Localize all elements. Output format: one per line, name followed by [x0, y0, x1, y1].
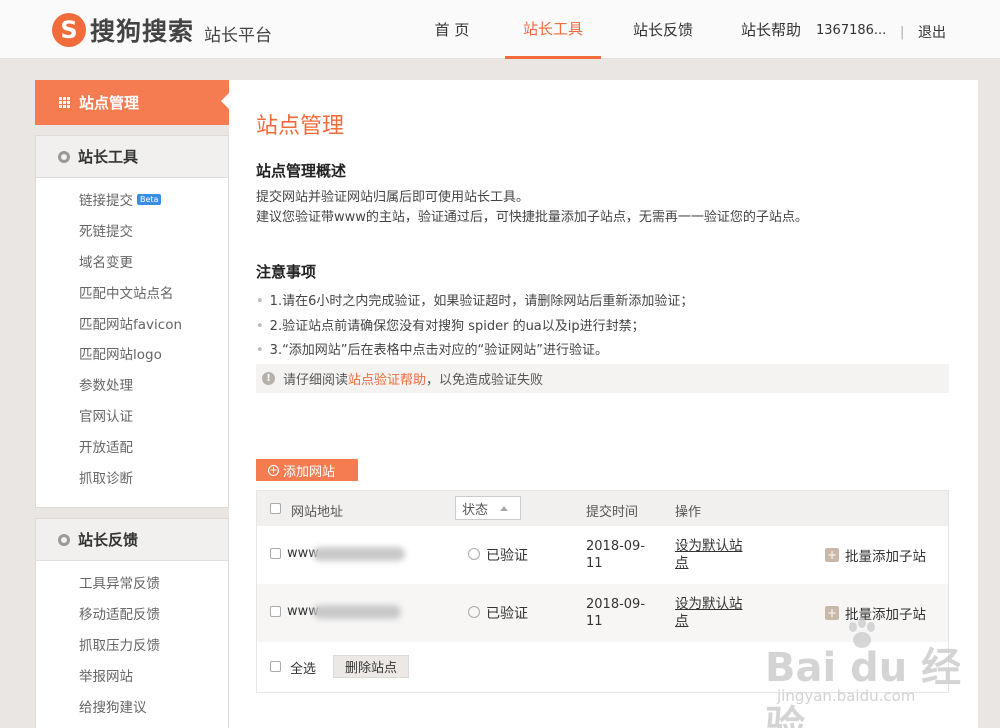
add-site-label: 添加网站	[283, 464, 336, 480]
logout-link[interactable]: 退出	[918, 22, 946, 42]
submit-date: 2018-09- 11	[586, 539, 646, 571]
sidebar-item-chinese-site-name[interactable]: 匹配中文站点名	[36, 276, 228, 307]
submit-date: 2018-09- 11	[586, 597, 646, 629]
sidebar-item-crawl-diagnose[interactable]: 抓取诊断	[36, 461, 228, 492]
page-title: 站点管理	[256, 114, 345, 139]
sidebar-tools-header[interactable]: 站长工具	[36, 136, 228, 178]
batch-add-subsite-button[interactable]: + 批量添加子站	[825, 603, 926, 623]
sidebar-item-official-cert[interactable]: 官网认证	[36, 400, 228, 431]
status-verified: 已验证	[486, 606, 528, 622]
sidebar-item-favicon[interactable]: 匹配网站favicon	[36, 307, 228, 338]
logo[interactable]: S 搜狗搜索 站长平台	[52, 12, 272, 48]
overview-line: 建议您验证带www的主站，验证通过后，可快捷批量添加子站点，无需再一一验证您的子…	[256, 210, 808, 225]
active-pointer	[221, 93, 229, 109]
verify-help-link[interactable]: 站点验证帮助	[348, 369, 426, 388]
notice-prefix: 请仔细阅读	[283, 373, 349, 388]
main-panel: 站点管理 站点管理概述 提交网站并验证网站归属后即可使用站长工具。 建议您验证带…	[229, 80, 978, 728]
sidebar-item-tool-error[interactable]: 工具异常反馈	[36, 567, 228, 598]
gear-icon	[58, 533, 70, 546]
overview-title: 站点管理概述	[256, 162, 347, 180]
sidebar-item-logo[interactable]: 匹配网站logo	[36, 338, 228, 369]
sidebar-item-mobile-adapt[interactable]: 移动适配反馈	[36, 598, 228, 629]
clock-icon	[468, 606, 480, 618]
notice-suffix: ，以免造成验证失败	[426, 373, 544, 388]
header-site: 网站地址	[291, 505, 344, 520]
info-icon: !	[262, 372, 275, 385]
grid-icon	[59, 96, 71, 109]
header-action: 操作	[675, 505, 702, 520]
table-row: www 已验证 2018-09- 11 设为默认站点 + 批量添加子站	[257, 584, 948, 642]
plus-circle-icon: +	[268, 464, 279, 476]
sidebar-item-open-adapt[interactable]: 开放适配	[36, 430, 228, 461]
set-default-link[interactable]: 设为默认站点	[675, 596, 757, 630]
sidebar-item-site-management[interactable]: 站点管理	[35, 80, 229, 125]
sidebar-item-crawl-pressure[interactable]: 抓取压力反馈	[36, 629, 228, 660]
sidebar-item-dead-link[interactable]: 死链提交	[36, 215, 228, 246]
batch-add-subsite-button[interactable]: + 批量添加子站	[825, 545, 926, 565]
notice-bar: ! 请仔细阅读 站点验证帮助 ，以免造成验证失败	[256, 364, 949, 393]
nav-home[interactable]: 首 页	[420, 0, 484, 59]
nav-webmaster-feedback[interactable]: 站长反馈	[618, 0, 708, 59]
select-all-header-checkbox[interactable]	[270, 503, 281, 514]
note-item: • 3.“添加网站”后在表格中点击对应的“验证网站”进行验证。	[256, 343, 609, 358]
beta-badge: Beta	[137, 193, 162, 205]
gear-icon	[58, 150, 70, 163]
logo-subtitle: 站长平台	[204, 25, 273, 46]
sidebar-item-suggest[interactable]: 给搜狗建议	[36, 690, 228, 721]
nav-webmaster-tools[interactable]: 站长工具	[505, 0, 601, 59]
select-all-label[interactable]: 全选	[290, 658, 316, 677]
redacted-url	[313, 605, 401, 619]
overview-line: 提交网站并验证网站归属后即可使用站长工具。	[256, 190, 530, 205]
sidebar-section-title: 站长反馈	[78, 531, 139, 549]
redacted-url	[313, 547, 405, 561]
notes-title: 注意事项	[256, 263, 317, 281]
site-table: 网站地址 状态 提交时间 操作 www 已验证 2018-09- 11 设为默认站…	[256, 490, 949, 693]
sidebar-feedback-header[interactable]: 站长反馈	[36, 519, 228, 561]
sidebar-item-label: 链接提交	[79, 193, 133, 210]
set-default-link[interactable]: 设为默认站点	[675, 538, 757, 572]
table-row: www 已验证 2018-09- 11 设为默认站点 + 批量添加子站	[257, 526, 948, 584]
clock-icon	[468, 548, 480, 560]
note-item: • 2.验证站点前请确保您没有对搜狗 spider 的ua以及ip进行封禁；	[256, 319, 645, 334]
user-account[interactable]: 1367186...	[816, 23, 886, 38]
plus-icon: +	[825, 606, 839, 620]
sidebar-item-params[interactable]: 参数处理	[36, 369, 228, 400]
sidebar-item-domain-change[interactable]: 域名变更	[36, 246, 228, 277]
sidebar-section-title: 站长工具	[78, 148, 139, 166]
row-checkbox[interactable]	[270, 548, 281, 559]
logo-text: 搜狗搜索	[90, 17, 195, 46]
caret-up-icon	[500, 505, 509, 511]
select-all-checkbox[interactable]	[270, 661, 281, 672]
sidebar-tools-section: 站长工具 链接提交 Beta 死链提交 域名变更 匹配中文站点名 匹配网站favi…	[35, 135, 229, 508]
top-header: S 搜狗搜索 站长平台 首 页 站长工具 站长反馈 站长帮助 1367186..…	[0, 0, 1000, 59]
sidebar-item-report-site[interactable]: 举报网站	[36, 659, 228, 690]
status-verified: 已验证	[486, 548, 528, 564]
row-checkbox[interactable]	[270, 606, 281, 617]
sogou-logo-icon: S	[52, 13, 86, 47]
table-header: 网站地址 状态 提交时间 操作	[257, 491, 948, 526]
plus-icon: +	[825, 548, 839, 562]
sidebar-feedback-section: 站长反馈 工具异常反馈 移动适配反馈 抓取压力反馈 举报网站 给搜狗建议	[35, 518, 229, 728]
header-status: 状态	[462, 502, 489, 518]
note-item: • 1.请在6小时之内完成验证，如果验证超时，请删除网站后重新添加验证；	[256, 294, 694, 309]
nav-separator: |	[900, 25, 905, 40]
delete-site-button[interactable]: 删除站点	[333, 655, 409, 678]
add-site-button[interactable]: + 添加网站	[256, 459, 358, 481]
sidebar-item-label: 站点管理	[79, 94, 140, 112]
nav-webmaster-help[interactable]: 站长帮助	[726, 0, 816, 59]
status-sort-dropdown[interactable]: 状态	[455, 496, 521, 520]
header-time: 提交时间	[586, 505, 639, 520]
sidebar-item-link-submit[interactable]: 链接提交 Beta	[36, 184, 228, 215]
